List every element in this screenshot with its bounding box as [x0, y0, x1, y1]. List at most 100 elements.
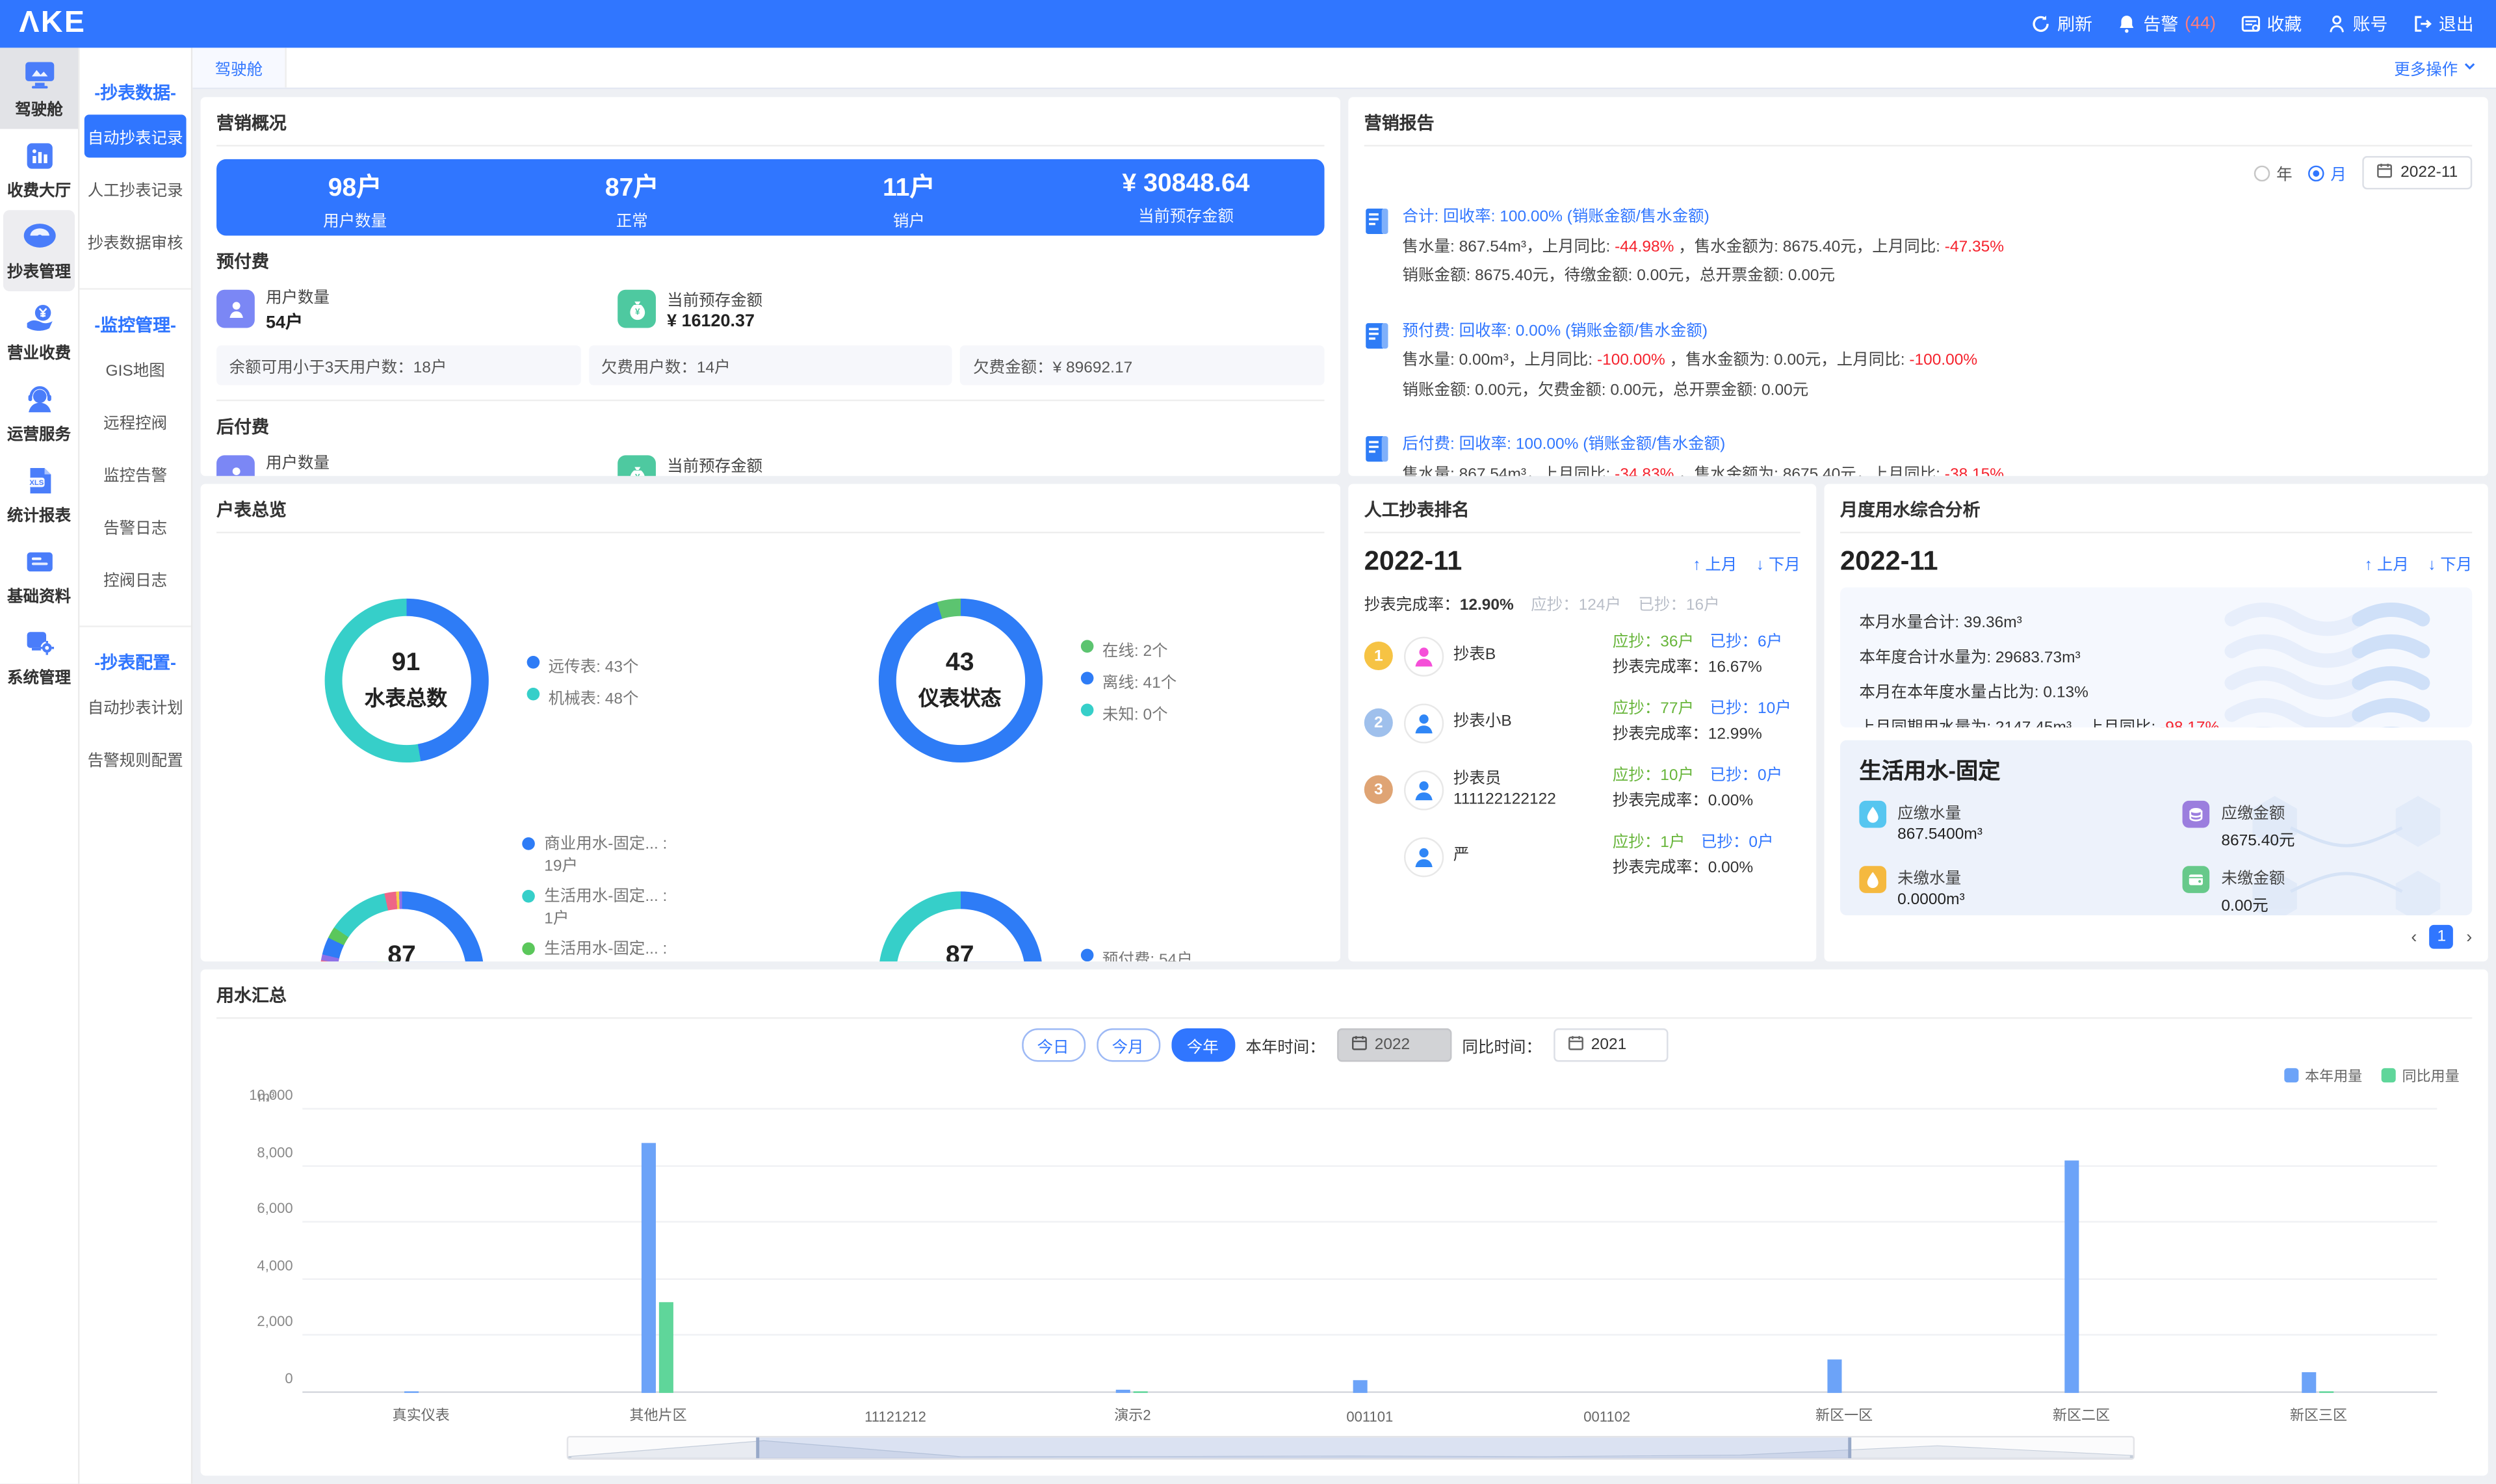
chart-legend-item[interactable]: 同比用量 [2382, 1065, 2460, 1086]
favorite-button[interactable]: 收藏 [2241, 11, 2302, 36]
submenu-item[interactable]: 告警日志 [84, 504, 187, 547]
report-date-picker[interactable]: 2022-11 [2362, 156, 2472, 189]
radio-month[interactable]: 月 [2308, 161, 2346, 185]
submenu-item[interactable]: 告警规则配置 [84, 737, 187, 780]
legend-item[interactable]: 离线: 41个 [1080, 668, 1217, 692]
bell-icon [2118, 14, 2137, 33]
alarm-button[interactable]: 告警 (44) [2118, 11, 2216, 36]
legend-label: 生活用水-固定... :22户 [544, 939, 667, 961]
info-box: 欠费金额：¥ 89692.17 [961, 345, 1325, 385]
sidebar-item-label: 收费大厅 [7, 177, 71, 201]
y-tick-label: 8,000 [223, 1144, 293, 1160]
filter-today[interactable]: 今日 [1021, 1028, 1085, 1061]
donut-legend: 商业用水-固定... :19户 生活用水-固定... :1户 生活用水-固定..… [522, 826, 667, 961]
year-date-input[interactable]: 2022 [1336, 1028, 1451, 1061]
prev-month-link[interactable]: ↑ 上月 [2365, 550, 2409, 574]
refresh-button[interactable]: 刷新 [2032, 11, 2092, 36]
submenu-item[interactable]: 抄表数据审核 [84, 220, 187, 263]
datazoom-selection[interactable] [756, 1437, 1851, 1458]
more-actions-button[interactable]: 更多操作 [2394, 56, 2496, 80]
report-controls: 年 月 2022-11 [1364, 156, 2472, 189]
panel-title: 营销概况 [216, 110, 1324, 146]
y-tick-label: 2,000 [223, 1314, 293, 1329]
tab-cockpit[interactable]: 驾驶舱 [192, 47, 286, 87]
legend-item[interactable]: 在线: 2个 [1080, 636, 1217, 660]
legend-item[interactable]: 生活用水-固定... :1户 [522, 887, 667, 931]
panel-water-summary: 用水汇总 今日 今月 今年 本年时间： 2022 同比时间： [201, 969, 2488, 1476]
submenu-item[interactable]: 自动抄表计划 [84, 684, 187, 727]
donut-label: 水表总数 [365, 681, 447, 711]
sidebar-item-base[interactable]: 基础资料 [0, 535, 78, 616]
life-water-card: 生活用水-固定 应缴水量 867.5400m³ 应缴金额 8675.40元 未缴… [1840, 740, 2472, 916]
legend-item[interactable]: 远传表: 43个 [526, 652, 663, 676]
submenu-item[interactable]: GIS地图 [84, 347, 187, 390]
filter-this-month[interactable]: 今月 [1096, 1028, 1160, 1061]
page-button[interactable]: 1 [2430, 925, 2454, 949]
filter-this-year[interactable]: 今年 [1171, 1028, 1234, 1061]
x-category-label: 11121212 [864, 1409, 926, 1424]
bar-本年用量 [405, 1392, 419, 1393]
next-month-link[interactable]: ↓ 下月 [2428, 550, 2472, 574]
sidebar-item-meter[interactable]: 抄表管理 [3, 210, 75, 291]
legend-item[interactable]: 机械表: 48个 [526, 684, 663, 708]
drop-icon [1859, 801, 1886, 828]
legend-dot [526, 655, 539, 668]
sidebar-item-label: 系统管理 [7, 664, 71, 688]
prev-month-link[interactable]: ↑ 上月 [1693, 550, 1737, 574]
wallet-icon [2183, 866, 2211, 893]
compare-date-input[interactable]: 2021 [1553, 1028, 1667, 1061]
life-item-label: 未缴水量 [1897, 865, 1964, 889]
x-category-label: 001101 [1346, 1409, 1393, 1424]
life-item-value: 8675.40元 [2221, 826, 2294, 850]
legend-item[interactable]: 商业用水-固定... :19户 [522, 834, 667, 879]
app-root: ΛKE 刷新 告警 (44) 收藏 账号 退出 [0, 0, 2496, 1483]
legend-item[interactable]: 预付费: 54户 [1080, 944, 1217, 961]
prev-page-icon[interactable]: ‹ [2411, 928, 2417, 946]
next-page-icon[interactable]: › [2466, 928, 2472, 946]
moneybag-icon: ¥ [618, 455, 656, 476]
postpaid-stats: 用户数量33户¥ 当前预存金额¥ 14728.27 [216, 449, 1324, 476]
sidebar-item-billing[interactable]: 营业收费 [0, 291, 78, 372]
submenu-item[interactable]: 控阀日志 [84, 557, 187, 600]
next-month-link[interactable]: ↓ 下月 [1756, 550, 1800, 574]
donut-value: 43 [946, 649, 974, 677]
submenu-item[interactable]: 远程控阀 [84, 400, 187, 443]
life-item: 应缴水量 867.5400m³ [1859, 799, 2183, 850]
bar-本年用量 [1354, 1380, 1368, 1393]
submenu-item[interactable]: 监控告警 [84, 452, 187, 495]
report-item: 合计: 回收率: 100.00% (销账金额/售水金额) 售水量: 867.54… [1364, 203, 2472, 292]
legend-dot [1080, 639, 1093, 652]
sidebar-item-report[interactable]: XLS统计报表 [0, 454, 78, 535]
divider [216, 400, 1324, 401]
stat-value: ¥ 16120.37 [667, 312, 762, 331]
radio-year[interactable]: 年 [2254, 161, 2293, 185]
legend-item[interactable]: 未知: 0个 [1080, 699, 1217, 723]
submenu-item[interactable]: 人工抄表记录 [84, 167, 187, 210]
postpaid-title: 后付费 [216, 414, 1324, 439]
prepaid-boxes: 余额可用小于3天用户数：18户欠费用户数：14户欠费金额：¥ 89692.17 [216, 345, 1324, 385]
report-line: 销账金额: 0.00元，欠费金额: 0.00元，总开票金额: 0.00元 [1403, 376, 1978, 406]
logout-button[interactable]: 退出 [2413, 11, 2474, 36]
meter-icon [20, 221, 58, 253]
sidebar-item-system[interactable]: 系统管理 [0, 616, 78, 697]
year-label: 本年时间： [1245, 1033, 1325, 1057]
submenu-item[interactable]: 自动抄表记录 [84, 114, 187, 157]
panel-title: 人工抄表排名 [1364, 497, 1800, 533]
legend-label: 在线: 2个 [1102, 636, 1168, 660]
panel-title: 户表总览 [216, 497, 1324, 533]
sidebar-item-hall[interactable]: 收费大厅 [0, 129, 78, 210]
datazoom-slider[interactable] [567, 1436, 2135, 1460]
report-line: 售水量: 867.54m³，上月同比: -44.98% ，售水金额为: 8675… [1403, 233, 2004, 263]
donut-legend: 远传表: 43个 机械表: 48个 [526, 644, 663, 716]
submenu-section: -抄表数据-自动抄表记录人工抄表记录抄表数据审核 [79, 57, 190, 281]
account-button[interactable]: 账号 [2327, 11, 2387, 36]
legend-item[interactable]: 生活用水-固定... :22户 [522, 939, 667, 961]
legend-dot [1080, 948, 1093, 961]
sidebar-item-label: 营业收费 [7, 339, 71, 363]
sidebar-item-cockpit[interactable]: 驾驶舱 [0, 47, 78, 129]
donut-cell: 87 用水价格 商业用水-固定... :19户 生活用水-固定... :1户 生… [216, 826, 770, 961]
sidebar-item-service[interactable]: 运营服务 [0, 372, 78, 454]
moneybag-icon: ¥ [618, 290, 656, 328]
chart-legend-item[interactable]: 本年用量 [2284, 1065, 2362, 1086]
banner-stat-value: ¥ 30848.64 [1047, 170, 1324, 198]
